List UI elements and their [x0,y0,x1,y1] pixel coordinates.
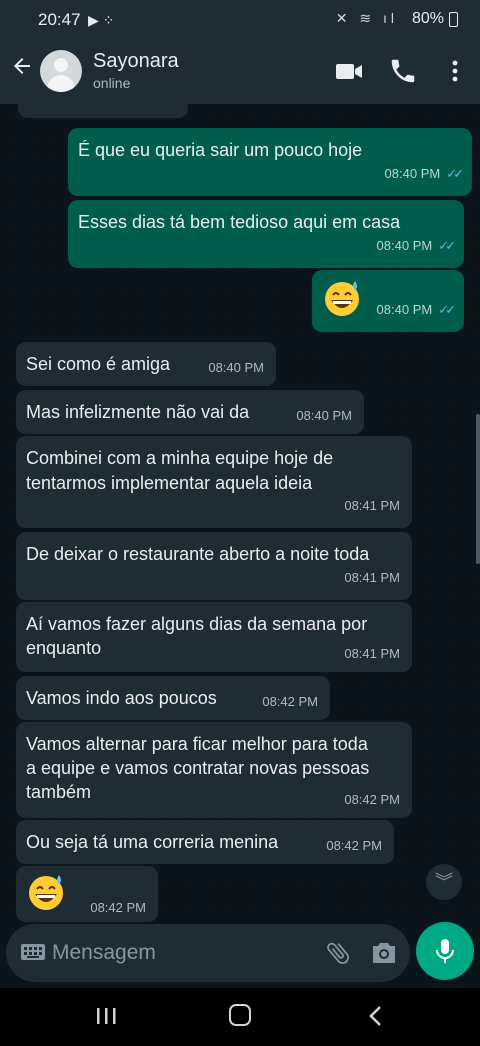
message-partial [18,104,188,118]
contact-name[interactable]: Sayonara [93,50,179,73]
message-incoming[interactable]: Vamos indo aos poucos 08:42 PM [16,676,330,720]
message-time: 08:41 PM [344,646,400,661]
message-incoming[interactable]: De deixar o restaurante aberto a noite t… [16,532,412,600]
status-bar: 20:47 ▶ ⁘ ✕ ≋ ıl 80% [0,0,480,40]
read-ticks-icon: ✓✓ [438,238,456,253]
message-incoming[interactable]: Mas infelizmente não vai da 08:40 PM [16,390,364,434]
signal-icons: ✕ ≋ ıl [335,10,398,26]
message-input-bar[interactable]: Mensagem [6,924,410,982]
message-text: É que eu queria sair um pouco hoje [78,140,363,160]
message-time: 08:42 PM [90,900,146,915]
notification-icons: ▶ ⁘ [88,12,115,28]
message-text: tentarmos implementar aquela ideia [26,473,313,493]
message-text: Vamos alternar para ficar melhor para to… [26,734,368,754]
recent-apps-icon[interactable] [94,1006,118,1026]
message-incoming[interactable]: Vamos alternar para ficar melhor para to… [16,722,412,818]
camera-icon[interactable] [370,940,398,966]
avatar[interactable] [40,50,82,92]
contact-status: online [93,75,131,91]
message-input[interactable]: Mensagem [52,941,156,965]
attachment-icon[interactable] [324,938,352,968]
message-text: Aí vamos fazer alguns dias da semana por [26,614,368,634]
message-outgoing-emoji[interactable]: 08:40 PM ✓✓ [312,270,464,332]
message-time: 08:42 PM [326,838,382,853]
message-time: 08:40 PM ✓✓ [376,238,456,253]
message-incoming[interactable]: Combinei com a minha equipe hoje de tent… [16,436,412,528]
message-text: Mas infelizmente não vai da [26,402,250,422]
system-nav-bar [0,988,480,1046]
scroll-down-icon[interactable]: ︾ [426,864,462,900]
more-options-icon[interactable] [440,56,470,86]
message-incoming[interactable]: Ou seja tá uma correria menina 08:42 PM [16,820,394,864]
grinning-sweat-emoji-icon [29,875,63,910]
scrollbar[interactable] [476,414,480,564]
message-text: a equipe e vamos contratar novas pessoas [26,758,370,778]
message-outgoing[interactable]: É que eu queria sair um pouco hoje 08:40… [68,128,472,196]
message-time: 08:41 PM [344,498,400,513]
read-ticks-icon: ✓✓ [446,166,464,181]
keyboard-icon[interactable] [20,942,46,962]
grinning-sweat-emoji-icon [325,281,359,316]
message-text: Vamos indo aos poucos [26,688,217,708]
back-arrow-icon[interactable] [8,54,36,84]
home-icon[interactable] [229,1004,251,1026]
message-text: Ou seja tá uma correria menina [26,832,279,852]
message-time: 08:40 PM [208,360,264,375]
read-ticks-icon: ✓✓ [438,302,456,317]
message-time: 08:40 PM ✓✓ [384,166,464,181]
message-text: Esses dias tá bem tedioso aqui em casa [78,212,401,232]
message-text: Combinei com a minha equipe hoje de [26,448,334,468]
nav-back-icon[interactable] [366,1004,386,1028]
message-text: enquanto [26,638,102,658]
message-text: De deixar o restaurante aberto a noite t… [26,544,370,564]
message-time: 08:42 PM [344,792,400,807]
chat-area[interactable]: É que eu queria sair um pouco hoje 08:40… [0,104,480,922]
message-time: 08:40 PM ✓✓ [376,302,456,317]
message-incoming[interactable]: Aí vamos fazer alguns dias da semana por… [16,602,412,672]
battery-icon [449,12,458,27]
mic-icon [436,939,454,963]
video-call-icon[interactable] [334,56,364,86]
message-text: Sei como é amiga [26,354,171,374]
chat-header: Sayonara online [0,40,480,104]
message-incoming-emoji[interactable]: 08:42 PM [16,866,158,922]
message-text: também [26,782,92,802]
message-time: 08:40 PM [296,408,352,423]
message-incoming[interactable]: Sei como é amiga 08:40 PM [16,342,276,386]
battery-level: 80% [411,10,444,27]
message-time: 08:42 PM [262,694,318,709]
mic-button[interactable] [416,922,474,980]
message-outgoing[interactable]: Esses dias tá bem tedioso aqui em casa 0… [68,200,464,268]
voice-call-icon[interactable] [388,56,418,86]
message-time: 08:41 PM [344,570,400,585]
status-time: 20:47 [38,10,81,29]
